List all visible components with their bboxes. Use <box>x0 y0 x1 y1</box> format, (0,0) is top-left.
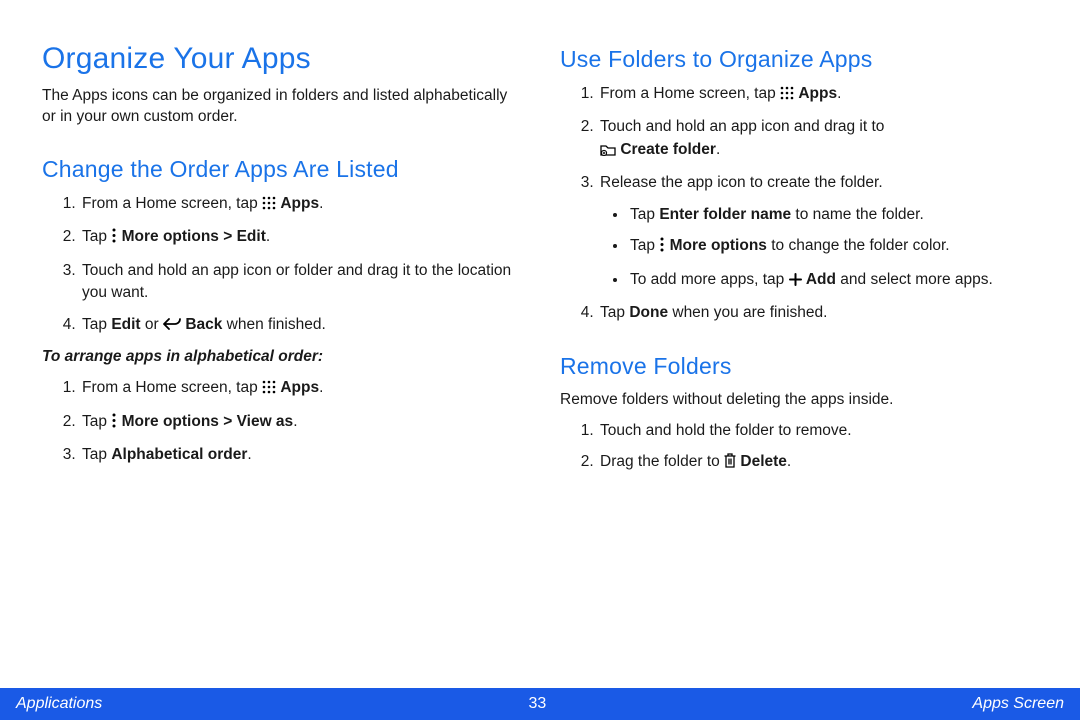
section-use-folders: Use Folders to Organize Apps <box>560 46 1038 73</box>
section-change-order: Change the Order Apps Are Listed <box>42 156 520 183</box>
period: . <box>837 85 841 102</box>
bold-text: Create folder <box>620 141 716 158</box>
list-item: To add more apps, tap Add and select mor… <box>628 269 1038 293</box>
page-number: 33 <box>528 695 546 713</box>
page-footer: Applications 33 Apps Screen <box>0 688 1080 720</box>
text: Tap <box>82 228 111 245</box>
text: From a Home screen, tap <box>600 85 780 102</box>
bold-text: Done <box>629 304 668 321</box>
list-item: From a Home screen, tap Apps. <box>80 193 520 217</box>
more-options-icon <box>111 228 117 250</box>
text: Tap <box>82 446 111 463</box>
apps-grid-icon <box>780 85 794 107</box>
period: . <box>266 228 270 245</box>
alpha-steps: From a Home screen, tap Apps. Tap More o… <box>42 377 520 466</box>
period: . <box>293 413 297 430</box>
text: From a Home screen, tap <box>82 379 262 396</box>
period: . <box>319 195 323 212</box>
page-title: Organize Your Apps <box>42 42 520 76</box>
list-item: Tap Done when you are finished. <box>598 302 1038 324</box>
footer-left: Applications <box>16 695 102 713</box>
text: From a Home screen, tap <box>82 195 262 212</box>
text: or <box>141 316 163 333</box>
intro-text: The Apps icons can be organized in folde… <box>42 86 520 128</box>
page-content: Organize Your Apps The Apps icons can be… <box>0 0 1080 680</box>
list-item: Tap More options > Edit. <box>80 226 520 250</box>
period: . <box>787 453 791 470</box>
use-folders-steps: From a Home screen, tap Apps. Touch and … <box>560 83 1038 325</box>
text: Drag the folder to <box>600 453 724 470</box>
remove-intro: Remove folders without deleting the apps… <box>560 390 1038 411</box>
list-item: Tap Alphabetical order. <box>80 444 520 466</box>
more-options-icon <box>659 237 665 259</box>
bold-text: Apps <box>798 85 837 102</box>
period: . <box>716 141 720 158</box>
text: and select more apps. <box>836 271 993 288</box>
bold-text: More options > View as <box>122 413 294 430</box>
period: . <box>319 379 323 396</box>
text: Tap <box>630 237 659 254</box>
text: Tap <box>600 304 629 321</box>
bold-text: More options <box>670 237 767 254</box>
bold-text: Delete <box>740 453 787 470</box>
bold-text: Apps <box>280 379 319 396</box>
right-column: Use Folders to Organize Apps From a Home… <box>560 42 1038 680</box>
bold-text: Back <box>185 316 222 333</box>
text: Tap <box>82 413 111 430</box>
bold-text: Add <box>806 271 836 288</box>
footer-right: Apps Screen <box>972 695 1064 713</box>
bold-text: Edit <box>111 316 140 333</box>
plus-icon <box>789 271 802 293</box>
apps-grid-icon <box>262 195 276 217</box>
text: when finished. <box>222 316 325 333</box>
list-item: Tap More options > View as. <box>80 411 520 435</box>
bold-text: More options > Edit <box>122 228 266 245</box>
list-item: Touch and hold an app icon and drag it t… <box>598 116 1038 163</box>
text: when you are finished. <box>668 304 827 321</box>
text: Touch and hold an app icon and drag it t… <box>600 118 884 135</box>
list-item: Touch and hold the folder to remove. <box>598 420 1038 442</box>
change-order-steps: From a Home screen, tap Apps. Tap More o… <box>42 193 520 338</box>
subheading-alpha: To arrange apps in alphabetical order: <box>42 347 520 368</box>
list-item: Touch and hold an app icon or folder and… <box>80 260 520 305</box>
list-item: From a Home screen, tap Apps. <box>598 83 1038 107</box>
list-item: Tap More options to change the folder co… <box>628 235 1038 259</box>
list-item: From a Home screen, tap Apps. <box>80 377 520 401</box>
create-folder-icon <box>600 141 616 163</box>
text: To add more apps, tap <box>630 271 789 288</box>
section-remove-folders: Remove Folders <box>560 353 1038 380</box>
period: . <box>247 446 251 463</box>
list-item: Drag the folder to Delete. <box>598 451 1038 475</box>
list-item: Tap Enter folder name to name the folder… <box>628 204 1038 226</box>
back-icon <box>163 316 181 338</box>
bold-text: Enter folder name <box>659 206 791 223</box>
delete-trash-icon <box>724 453 736 475</box>
text: Tap <box>630 206 659 223</box>
sub-bullets: Tap Enter folder name to name the folder… <box>600 204 1038 293</box>
remove-folders-steps: Touch and hold the folder to remove. Dra… <box>560 420 1038 476</box>
list-item: Tap Edit or Back when finished. <box>80 314 520 338</box>
text: Tap <box>82 316 111 333</box>
text: to change the folder color. <box>767 237 950 254</box>
text: Release the app icon to create the folde… <box>600 174 883 191</box>
bold-text: Alphabetical order <box>111 446 247 463</box>
bold-text: Apps <box>280 195 319 212</box>
apps-grid-icon <box>262 379 276 401</box>
text: to name the folder. <box>791 206 924 223</box>
left-column: Organize Your Apps The Apps icons can be… <box>42 42 520 680</box>
list-item: Release the app icon to create the folde… <box>598 172 1038 293</box>
more-options-icon <box>111 413 117 435</box>
